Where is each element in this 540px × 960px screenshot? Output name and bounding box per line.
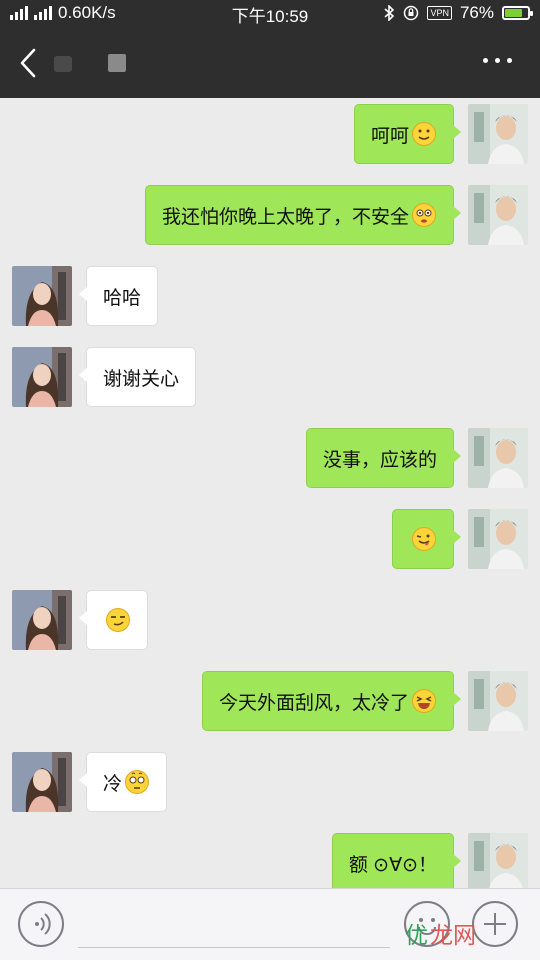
message-bubble[interactable]: 没事，应该的	[305, 428, 462, 488]
message-text: 我还怕你晚上太晚了，不安全	[161, 206, 409, 228]
smirk-emoji-icon	[103, 607, 131, 633]
message-text: 冷	[103, 773, 123, 795]
message-bubble[interactable]: 今天外面刮风，太冷了	[201, 671, 462, 731]
message-text: 额 ⊙∀⊙！	[348, 854, 437, 876]
message-bubble[interactable]: 我还怕你晚上太晚了，不安全	[144, 185, 462, 245]
message-bubble[interactable]	[79, 590, 148, 650]
self-avatar[interactable]	[468, 185, 528, 245]
message-bubble[interactable]: 谢谢关心	[78, 347, 197, 407]
contact-avatar[interactable]	[12, 590, 72, 650]
flushed-emoji-icon	[409, 202, 437, 228]
message-bubble[interactable]	[392, 509, 461, 569]
laugh-emoji-icon	[409, 688, 437, 714]
plus-icon	[484, 913, 506, 935]
more-options-button[interactable]	[483, 58, 512, 63]
chat-header	[0, 28, 540, 98]
dizzy-emoji-icon	[122, 769, 150, 795]
back-chevron-icon[interactable]	[14, 46, 46, 80]
bluetooth-icon	[384, 5, 395, 21]
contact-name-redacted	[54, 56, 72, 72]
contact-avatar[interactable]	[12, 347, 72, 407]
tongue-wink-emoji-icon	[409, 526, 437, 552]
battery-percent: 76%	[459, 3, 494, 22]
contact-avatar[interactable]	[12, 752, 72, 812]
message-text: 哈哈	[103, 287, 142, 309]
self-avatar[interactable]	[468, 671, 528, 731]
message-bubble[interactable]: 哈哈	[78, 266, 159, 326]
voice-icon	[35, 913, 51, 935]
message-list[interactable]: 呵呵我还怕你晚上太晚了，不安全哈哈谢谢关心没事，应该的今天外面刮风，太冷了冷额 …	[0, 98, 540, 888]
message-bubble[interactable]: 冷	[78, 752, 168, 812]
plus-button[interactable]	[472, 901, 518, 947]
watermark: 优龙网	[405, 923, 476, 949]
self-avatar[interactable]	[468, 509, 528, 569]
self-avatar[interactable]	[468, 104, 528, 164]
message-text: 没事，应该的	[322, 449, 437, 471]
battery-icon	[502, 6, 533, 20]
contact-avatar[interactable]	[12, 266, 72, 326]
vpn-badge: VPN	[427, 6, 452, 20]
self-avatar[interactable]	[468, 428, 528, 488]
rotation-lock-icon	[404, 5, 419, 21]
voice-button[interactable]	[18, 901, 64, 947]
message-text: 今天外面刮风，太冷了	[218, 692, 409, 714]
message-bubble[interactable]: 额 ⊙∀⊙！	[331, 833, 462, 888]
message-text: 呵呵	[370, 125, 409, 147]
smile-emoji-icon	[409, 121, 437, 147]
message-bubble[interactable]: 呵呵	[353, 104, 462, 164]
self-avatar[interactable]	[468, 833, 528, 888]
status-bar: 0.60K/s 下午10:59 VPN 76%	[0, 0, 540, 28]
message-input[interactable]	[78, 947, 390, 948]
message-text: 谢谢关心	[103, 368, 180, 390]
contact-name-redacted-2	[108, 54, 126, 72]
